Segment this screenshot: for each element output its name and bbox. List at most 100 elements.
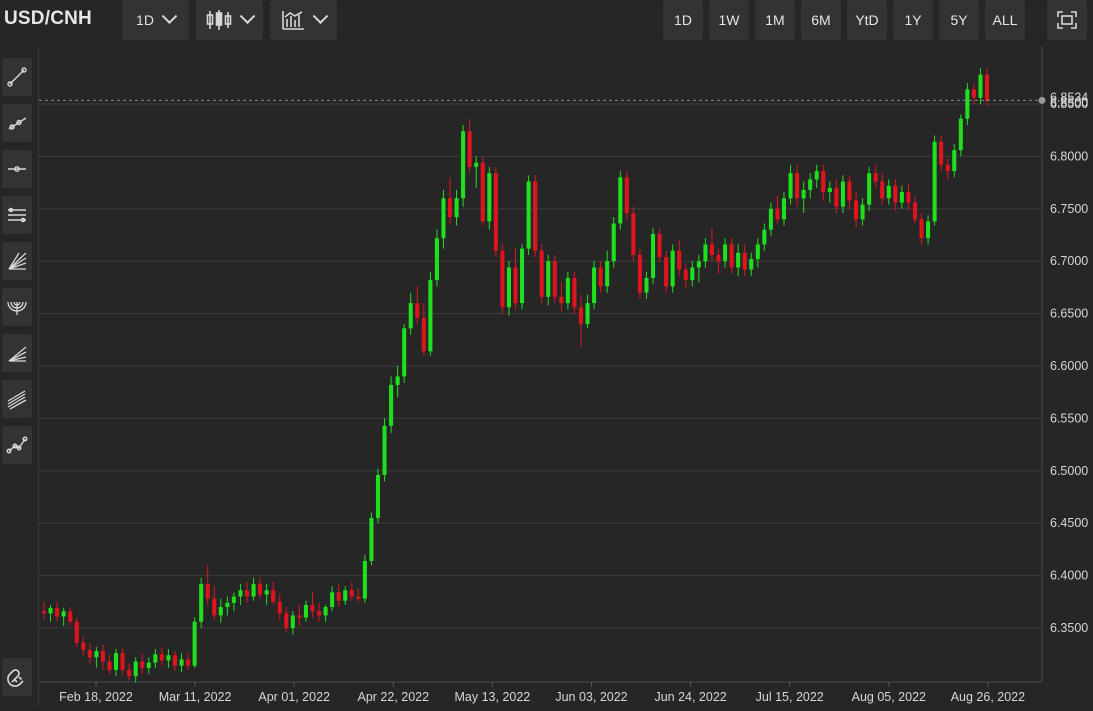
trend-line-icon bbox=[7, 67, 27, 87]
tool-fibonacci-arc[interactable] bbox=[2, 288, 32, 326]
candle-body bbox=[919, 219, 924, 239]
candle-body bbox=[251, 583, 256, 597]
candle-body bbox=[723, 244, 728, 262]
range-button-1d[interactable]: 1D bbox=[663, 0, 703, 40]
candle-body bbox=[952, 150, 957, 172]
x-tick-label: Aug 26, 2022 bbox=[951, 690, 1025, 704]
range-button-1y[interactable]: 1Y bbox=[893, 0, 933, 40]
tool-fibonacci-fan[interactable] bbox=[2, 334, 32, 372]
candle-body bbox=[284, 613, 289, 628]
price-chart[interactable]: 6.3500 6.4000 6.4500 6.5000 6.5500 6.6000 6.65… bbox=[39, 46, 1093, 706]
candle-body bbox=[814, 171, 819, 180]
fibonacci-fan-icon bbox=[8, 346, 27, 362]
x-tick-label: May 13, 2022 bbox=[455, 690, 531, 704]
candle-body bbox=[546, 261, 551, 297]
indicators-dropdown[interactable] bbox=[270, 0, 337, 40]
fullscreen-button[interactable] bbox=[1047, 0, 1087, 40]
candle-body bbox=[415, 303, 420, 318]
tool-gann-fan[interactable] bbox=[2, 242, 32, 280]
range-button-all[interactable]: ALL bbox=[985, 0, 1025, 40]
x-tick-label: Aug 05, 2022 bbox=[852, 690, 926, 704]
candle-body bbox=[637, 254, 642, 293]
y-tick-label: 6.4500 bbox=[1050, 516, 1088, 530]
chart-area[interactable]: 6.3500 6.4000 6.4500 6.5000 6.5500 6.6000 6.65… bbox=[39, 46, 1093, 711]
candle-body bbox=[159, 654, 164, 661]
candle-body bbox=[572, 277, 577, 308]
candle-body bbox=[317, 611, 322, 616]
range-button-1w[interactable]: 1W bbox=[709, 0, 749, 40]
candle-body bbox=[624, 177, 629, 213]
chart-type-dropdown[interactable] bbox=[196, 0, 263, 40]
candle-body bbox=[41, 611, 47, 614]
candle-body bbox=[114, 653, 119, 670]
regression-channel-icon bbox=[7, 390, 27, 410]
candle-body bbox=[441, 198, 446, 239]
candle-body bbox=[68, 611, 73, 622]
candle-body bbox=[886, 185, 891, 199]
candle-body bbox=[349, 590, 354, 597]
candle-body bbox=[840, 181, 845, 207]
drawing-tools-sidebar bbox=[0, 46, 39, 706]
candle-body bbox=[834, 187, 839, 207]
candle-body bbox=[199, 583, 204, 622]
candle-body bbox=[395, 376, 400, 385]
range-button-1m[interactable]: 1M bbox=[755, 0, 795, 40]
candle-body bbox=[205, 583, 210, 599]
candle-body bbox=[860, 204, 865, 220]
candle-body bbox=[893, 185, 898, 203]
candle-body bbox=[258, 583, 263, 595]
candle-body bbox=[153, 654, 158, 663]
candle-body bbox=[127, 669, 132, 677]
tool-horizontal-line[interactable] bbox=[2, 150, 32, 188]
candle-body bbox=[781, 198, 787, 220]
candle-body bbox=[434, 238, 439, 281]
candle-body bbox=[231, 596, 236, 603]
candle-body bbox=[61, 611, 66, 617]
candle-body bbox=[683, 269, 688, 281]
range-button-6m[interactable]: 6M bbox=[801, 0, 841, 40]
horizontal-line-icon bbox=[8, 166, 26, 172]
tool-magnet[interactable] bbox=[2, 658, 32, 696]
range-button-5y[interactable]: 5Y bbox=[939, 0, 979, 40]
interval-dropdown[interactable]: 1D bbox=[122, 0, 189, 40]
candle-body bbox=[592, 267, 597, 304]
y-tick-label: 6.4000 bbox=[1050, 569, 1088, 583]
candle-body bbox=[690, 267, 695, 281]
candle-body bbox=[539, 250, 544, 297]
candle-body bbox=[880, 181, 885, 199]
candle-body bbox=[244, 590, 250, 597]
range-button-ytd[interactable]: YtD bbox=[847, 0, 887, 40]
candle-body bbox=[506, 267, 511, 308]
candle-body bbox=[271, 590, 276, 602]
tool-trend-line[interactable] bbox=[2, 58, 32, 96]
candle-body bbox=[356, 596, 361, 599]
tool-regression-channel[interactable] bbox=[2, 380, 32, 418]
candle-body bbox=[906, 192, 911, 203]
x-tick-label: Jun 24, 2022 bbox=[654, 690, 726, 704]
candle-body bbox=[709, 244, 714, 255]
chevron-down-icon bbox=[161, 7, 178, 24]
candle-body bbox=[81, 642, 86, 651]
candle-body bbox=[402, 328, 407, 377]
candle-body bbox=[984, 74, 990, 101]
candle-body bbox=[330, 592, 335, 608]
candle-body bbox=[755, 244, 760, 260]
candle-body bbox=[408, 303, 413, 329]
candle-body bbox=[225, 602, 230, 608]
candle-body bbox=[971, 89, 976, 98]
candle-body bbox=[362, 560, 367, 599]
y-tick-label: 6.3500 bbox=[1050, 621, 1088, 635]
x-tick-label: Feb 18, 2022 bbox=[59, 690, 133, 704]
candle-body bbox=[742, 252, 747, 270]
candle-body bbox=[172, 655, 178, 666]
tool-parallel-channel[interactable] bbox=[2, 196, 32, 234]
x-tick-label: Jul 15, 2022 bbox=[756, 690, 824, 704]
candle-body bbox=[375, 474, 381, 518]
tool-ray-line[interactable] bbox=[2, 104, 32, 142]
candle-body bbox=[598, 267, 603, 287]
candle-body bbox=[382, 425, 387, 475]
candle-body bbox=[899, 192, 904, 203]
candle-body bbox=[369, 517, 374, 561]
tool-path[interactable] bbox=[2, 426, 32, 464]
candle-body bbox=[55, 608, 60, 617]
